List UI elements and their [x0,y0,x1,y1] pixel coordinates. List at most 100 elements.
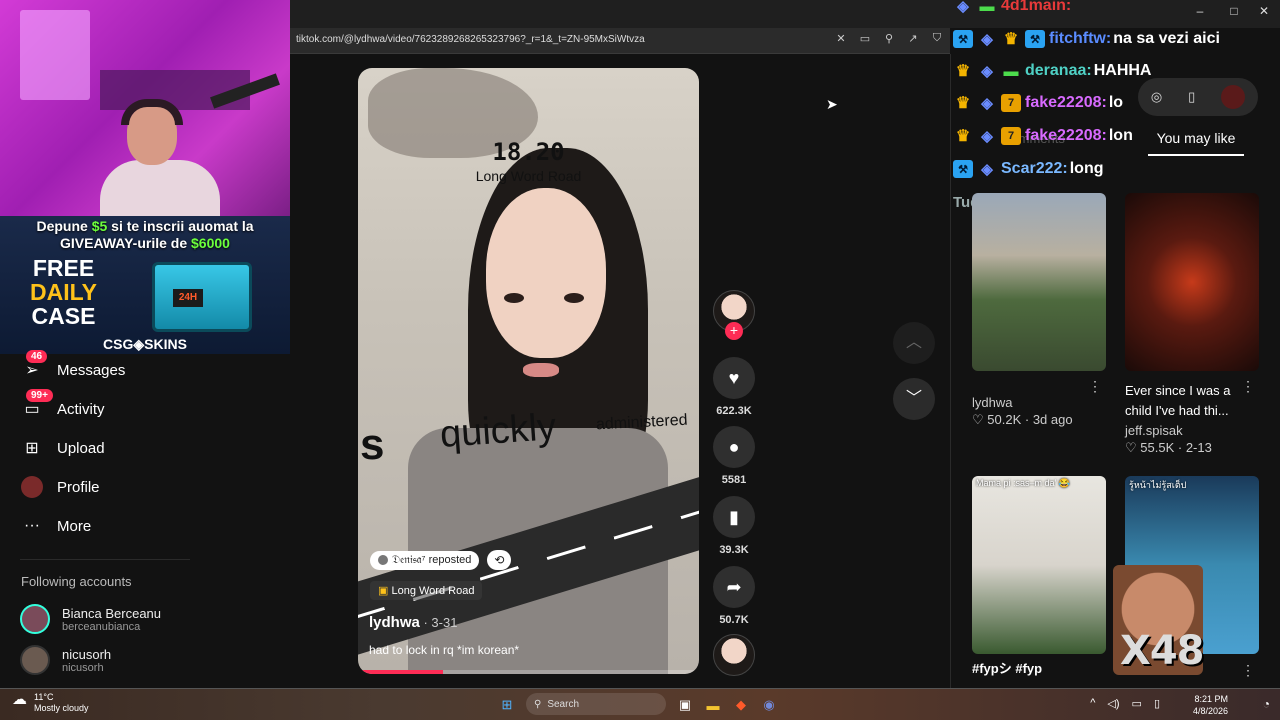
weather-widget[interactable]: ☁ 11°C Mostly cloudy [12,692,89,714]
taskbar-search[interactable]: ⚲ Search [526,693,666,715]
discord-icon[interactable]: ◉ [760,696,778,714]
promo-amount2: $6000 [191,235,230,251]
sidebar-item-upload[interactable]: ⊞ Upload [20,436,104,460]
chevron-up-icon[interactable]: ^ [1090,697,1095,710]
music-title: Long Word Road [391,585,475,597]
comment-action[interactable]: ● 5581 [712,426,756,486]
author-name[interactable]: lydhwa [369,614,420,631]
zoom-icon[interactable]: ⚲ [882,32,896,45]
heart-outline-icon: ♡ [1125,440,1137,455]
bot-badge-icon: ◈ [981,63,993,80]
creator-avatar[interactable]: + [712,290,756,340]
share-arrow-icon[interactable]: ➦ [713,566,755,608]
next-video-button[interactable]: ﹀ [893,378,935,420]
battery-icon[interactable]: ▯ [1154,697,1160,710]
repost-icon[interactable]: ⟲ [487,550,512,570]
share-action[interactable]: ➦ 50.7K [712,566,756,626]
free-text: FREE [32,255,95,281]
comment-icon[interactable]: ● [713,426,755,468]
file-explorer-icon[interactable]: ▬ [704,696,722,714]
green-badge-icon: ▬ [979,0,995,15]
prev-video-button[interactable]: ︿ [893,322,935,364]
card-title[interactable]: #fypシ #fyp [972,658,1106,677]
chat-message: lo [1108,94,1124,111]
card-author[interactable]: jeff.spisak [1125,423,1259,438]
card-thumbnail[interactable] [972,193,1106,371]
sidebar-item-label: More [57,517,92,535]
clock[interactable]: 8:21 PM 4/8/2026 [1193,693,1228,717]
more-options-icon[interactable]: ⋮ [1088,378,1102,395]
mute-icon[interactable]: ✕ [834,32,848,45]
url-text[interactable]: tiktok.com/@lydhwa/video/762328926826532… [296,34,645,45]
chat-user: fake22208: [1025,127,1107,144]
pickaxe-badge-icon: ⚒ [1025,30,1045,48]
notification-bell-icon[interactable]: ◔ [1263,697,1270,711]
plus-square-icon: ⊞ [25,440,39,457]
promo-line2-a: GIVEAWAY-urile de [60,235,192,251]
avatar-icon [20,475,44,499]
card-likes: 50.2K [987,412,1022,427]
like-action[interactable]: ♥ 622.3K [712,357,756,417]
avatar [20,645,50,675]
following-account[interactable]: nicusorh nicusorh [20,645,111,675]
recommended-card[interactable]: ⋮ Ever since I was a child I've had thi.… [1125,193,1259,456]
card-title[interactable]: Ever since I was a child I've had thi... [1125,381,1259,421]
video-date: · 3-31 [419,615,458,630]
webcam-overlay [0,0,290,216]
taskbar-apps: ⊞ ⚲ Search ▣ ▬ ◆ ◉ [498,693,778,715]
promo-text: Depune $5 si te inscrii auomat la GIVEAW… [0,218,290,252]
emote-combo-counter: X48 [1120,628,1205,674]
video-progress[interactable] [358,670,699,674]
windows-start-icon[interactable]: ⊞ [498,696,516,714]
recommended-card[interactable]: Mama pi :sas–m da’ 😂 #fypシ #fyp [972,476,1106,677]
sidebar-item-activity[interactable]: ▭ 99+ Activity [20,389,105,421]
cast-icon[interactable]: ▭ [858,32,872,45]
network-icon[interactable]: ▭ [1132,697,1142,710]
reposter-avatar [378,555,388,565]
avatar [20,604,50,634]
follow-plus-icon[interactable]: + [725,322,743,340]
sidebar-item-profile[interactable]: Profile [20,475,100,499]
more-options-icon[interactable]: ⋮ [1241,662,1255,679]
share-icon[interactable]: ↗ [906,32,920,45]
address-bar[interactable]: tiktok.com/@lydhwa/video/762328926826532… [290,28,950,54]
bot-badge-icon: ◈ [981,128,993,145]
following-account[interactable]: Bianca Berceanu berceanubianca [20,604,161,634]
speaker-icon[interactable]: ◁) [1107,697,1119,710]
video-player[interactable]: 18.20 Long Word Road s quickly administe… [358,68,699,674]
sound-disc-icon[interactable] [713,634,755,676]
caption-word: s [360,420,385,469]
card-thumbnail[interactable] [1125,193,1259,371]
recommended-card[interactable]: ⋮ lydhwa ♡ 50.2K · 3d ago [972,193,1106,428]
free-daily-case: FREE DAILY CASE [16,256,111,328]
save-action[interactable]: ▮ 39.3K [712,496,756,556]
task-view-icon[interactable]: ▣ [676,696,694,714]
sidebar-divider [20,559,190,560]
cam-window [20,10,90,100]
sidebar-item-more[interactable]: ··· More [20,514,91,538]
brave-browser-icon[interactable]: ◆ [732,696,750,714]
video-author[interactable]: lydhwa · 3-31 [369,614,457,631]
promo-amount1: $5 [91,218,108,234]
seven-tv-badge-icon: 7 [1001,94,1021,112]
shield-icon[interactable]: ⛉ [930,32,944,45]
music-icon: ▣ [378,585,389,597]
sound-disc[interactable] [712,634,756,676]
activity-badge: 99+ [26,389,53,402]
sidebar-item-messages[interactable]: ➢ 46 Messages [20,350,125,382]
card-author[interactable]: lydhwa [972,395,1106,410]
cloud-icon: ☁ [12,691,27,708]
repost-pill[interactable]: 𝔇𝔢𝔫𝔦𝔰𝔞⁷ reposted [370,550,480,570]
music-pill[interactable]: ▣ Long Word Road [370,581,483,600]
messages-badge: 46 [26,350,48,363]
bookmark-icon[interactable]: ▮ [713,496,755,538]
heart-icon[interactable]: ♥ [713,357,755,399]
card-thumbnail[interactable]: Mama pi :sas–m da’ 😂 [972,476,1106,654]
screen: – □ ✕ tiktok.com/@lydhwa/video/762328926… [0,0,1280,720]
account-name: nicusorh [62,646,112,662]
card-overlay-text: Mama pi :sas–m da’ 😂 [976,478,1070,488]
chest-icon: 24H [152,262,252,332]
like-count: 622.3K [716,405,752,417]
more-options-icon[interactable]: ⋮ [1241,378,1255,395]
clock-time: 8:21 PM [1194,694,1228,704]
